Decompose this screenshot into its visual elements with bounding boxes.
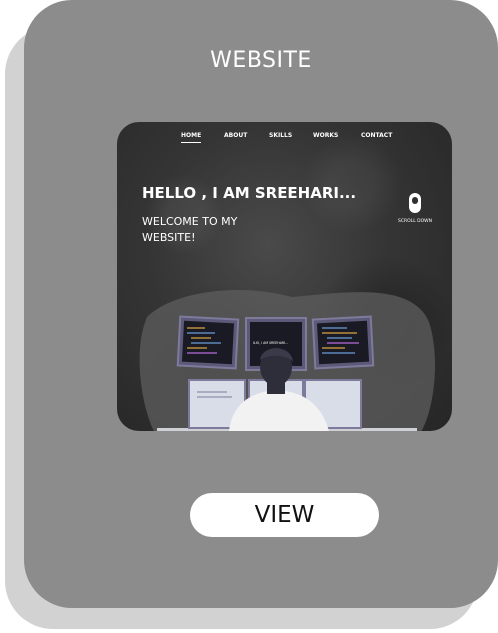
developer-illustration: ILIO, I AM SREEHARI...: [139, 289, 435, 431]
project-card: WEBSITE HOME ABOUT SKILLS WORKS CONTACT …: [24, 0, 498, 608]
card-title: WEBSITE: [210, 48, 312, 73]
monitor-hero-text: ILIO, I AM SREEHARI...: [253, 341, 288, 345]
website-preview-image: HOME ABOUT SKILLS WORKS CONTACT HELLO , …: [117, 122, 452, 431]
view-button[interactable]: VIEW: [190, 493, 379, 537]
